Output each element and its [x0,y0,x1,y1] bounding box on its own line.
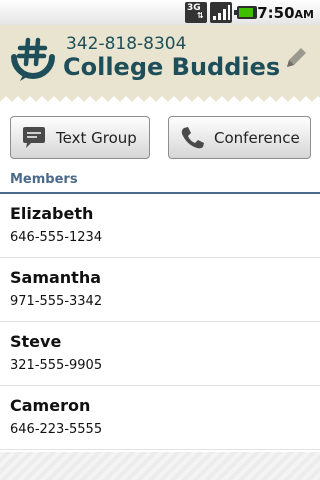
clock-time: 7:50 [257,4,295,22]
clock: 7:50AM [257,4,314,22]
phone-handset-icon [181,127,204,149]
clock-ampm: AM [294,8,314,21]
text-group-button[interactable]: Text Group [10,116,150,159]
member-name: Steve [10,332,62,351]
list-footer-background [0,452,320,480]
member-phone: 971-555-3342 [10,294,103,309]
members-title: Members [10,172,78,187]
member-phone: 646-555-1234 [10,230,103,245]
pencil-icon[interactable] [283,45,309,71]
member-name: Cameron [10,396,91,415]
group-phone-number: 342-818-8304 [66,34,187,54]
member-name: Samantha [10,268,102,287]
status-bar: 3G ⇅ 7:50AM [0,0,320,26]
signal-strength-icon [210,2,232,23]
conference-label: Conference [214,129,300,147]
member-phone: 321-555-9905 [10,358,103,373]
text-group-label: Text Group [56,129,137,147]
list-item[interactable]: Cameron 646-223-5555 [0,386,320,450]
header-zigzag-edge [0,96,320,108]
members-list: Elizabeth 646-555-1234 Samantha 971-555-… [0,194,320,450]
group-name: College Buddies [63,53,281,81]
list-item[interactable]: Samantha 971-555-3342 [0,258,320,322]
hashtag-speech-icon [11,37,55,81]
chat-bubble-icon [23,127,45,148]
member-name: Elizabeth [10,204,94,223]
member-phone: 646-223-5555 [10,422,103,437]
network-3g-icon: 3G ⇅ [185,2,207,23]
list-item[interactable]: Steve 321-555-9905 [0,322,320,386]
members-section-header: Members [0,168,320,194]
list-item[interactable]: Elizabeth 646-555-1234 [0,194,320,258]
battery-icon [234,6,257,19]
group-header: 342-818-8304 College Buddies [0,25,320,108]
conference-button[interactable]: Conference [168,116,311,159]
